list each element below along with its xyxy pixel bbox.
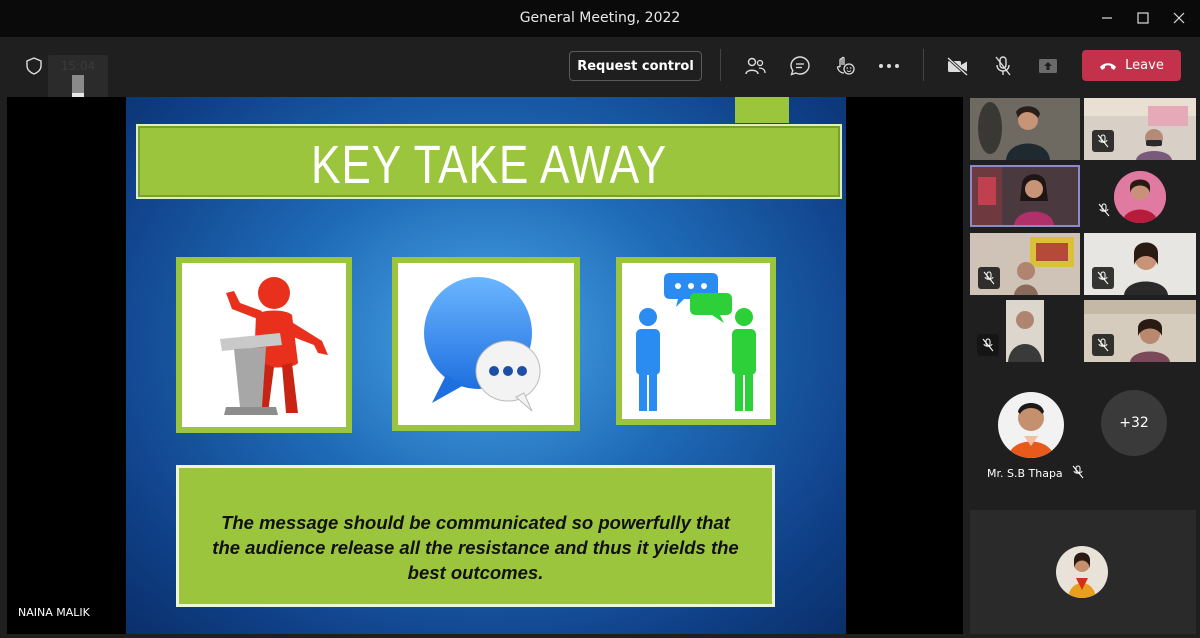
people-icon <box>745 57 766 75</box>
slide-title-box: KEY TAKE AWAY <box>136 124 842 199</box>
leave-button[interactable]: Leave <box>1082 50 1181 81</box>
chat-button[interactable] <box>785 51 815 81</box>
participant-name: Mr. S.B Thapa <box>987 467 1063 480</box>
participant-video-tile[interactable] <box>970 233 1080 295</box>
shield-icon[interactable] <box>26 57 42 79</box>
self-view-tile[interactable] <box>970 510 1196 634</box>
participant-video <box>970 98 1080 160</box>
slide-title: KEY TAKE AWAY <box>310 135 668 195</box>
participant-muted-indicator <box>1093 199 1115 221</box>
close-icon <box>1173 12 1185 24</box>
reactions-button[interactable] <box>830 51 860 81</box>
chat-bubble-icon <box>424 277 541 412</box>
more-icon <box>879 64 899 68</box>
presenter-name: NAINA MALIK <box>18 606 90 619</box>
maximize-button[interactable] <box>1128 6 1158 30</box>
participant-video-tile[interactable] <box>1084 300 1196 362</box>
participant-name-tag: Mr. S.B Thapa <box>987 465 1084 480</box>
participant-video <box>972 167 1078 225</box>
participant-avatar[interactable] <box>1114 171 1166 223</box>
shared-slide: KEY TAKE AWAY The message should be comm… <box>126 97 846 634</box>
participant-muted-indicator <box>1092 130 1114 152</box>
mic-off-icon <box>1097 134 1109 148</box>
leave-label: Leave <box>1125 58 1164 73</box>
mic-off-icon <box>1097 338 1109 352</box>
participant-video-tile[interactable] <box>1006 300 1044 362</box>
self-photo <box>1056 546 1108 598</box>
two-people-talking-image <box>616 257 776 425</box>
participant-muted-indicator <box>978 267 1000 289</box>
reactions-icon <box>836 56 855 75</box>
mic-off-icon <box>982 338 994 352</box>
speaker-podium-image <box>176 257 352 433</box>
chat-icon <box>790 56 810 76</box>
mic-off-icon <box>1098 203 1110 217</box>
slide-message: The message should be communicated so po… <box>179 510 772 585</box>
request-control-button[interactable]: Request control <box>569 51 702 81</box>
title-bar: General Meeting, 2022 <box>0 0 1200 37</box>
participant-avatar[interactable] <box>998 392 1064 458</box>
meeting-toolbar: Request control Leave <box>0 37 1200 95</box>
participant-video <box>1006 300 1044 362</box>
participant-muted-indicator <box>1092 334 1114 356</box>
teams-meeting-window: General Meeting, 2022 Request control Le… <box>0 0 1200 638</box>
slide-message-line: The message should be communicated so po… <box>221 512 730 533</box>
minimize-icon <box>1102 17 1112 19</box>
slide-message-line: best outcomes. <box>407 562 544 583</box>
mic-toggle-button[interactable] <box>988 51 1018 81</box>
participant-photo <box>998 392 1064 458</box>
participant-muted-indicator <box>1092 267 1114 289</box>
maximize-icon <box>1137 12 1149 24</box>
minimize-button[interactable] <box>1092 6 1122 30</box>
slide-decoration <box>735 97 789 123</box>
meeting-timer: 15:04 <box>60 59 96 73</box>
camera-toggle-button[interactable] <box>943 51 973 81</box>
self-avatar <box>1056 546 1108 598</box>
more-participants-button[interactable]: +32 <box>1101 390 1167 456</box>
participant-video-tile[interactable] <box>1084 233 1196 295</box>
camera-off-icon <box>946 56 969 76</box>
slide-message-box: The message should be communicated so po… <box>176 465 775 607</box>
share-icon <box>1039 59 1057 73</box>
mic-off-icon <box>1072 465 1084 479</box>
toolbar-divider <box>923 49 924 81</box>
share-screen-button[interactable] <box>1033 51 1063 81</box>
speaker-podium-icon <box>220 277 328 415</box>
mic-off-icon <box>1097 271 1109 285</box>
window-title: General Meeting, 2022 <box>519 10 681 26</box>
toolbar-divider <box>720 49 721 81</box>
close-button[interactable] <box>1164 6 1194 30</box>
participant-video-tile[interactable] <box>1084 98 1196 160</box>
participant-video-tile-active-speaker[interactable] <box>970 165 1080 227</box>
chat-bubble-image <box>392 257 580 431</box>
participant-video-tile[interactable] <box>970 98 1080 160</box>
more-options-button[interactable] <box>874 51 904 81</box>
hang-up-icon <box>1100 62 1117 70</box>
mic-off-icon <box>995 56 1011 76</box>
slide-message-line: the audience release all the resistance … <box>212 537 739 558</box>
people-button[interactable] <box>740 51 770 81</box>
mic-off-icon <box>983 271 995 285</box>
participant-muted-indicator <box>977 334 999 356</box>
people-conversation-icon <box>636 273 756 411</box>
participant-photo <box>1114 171 1166 223</box>
